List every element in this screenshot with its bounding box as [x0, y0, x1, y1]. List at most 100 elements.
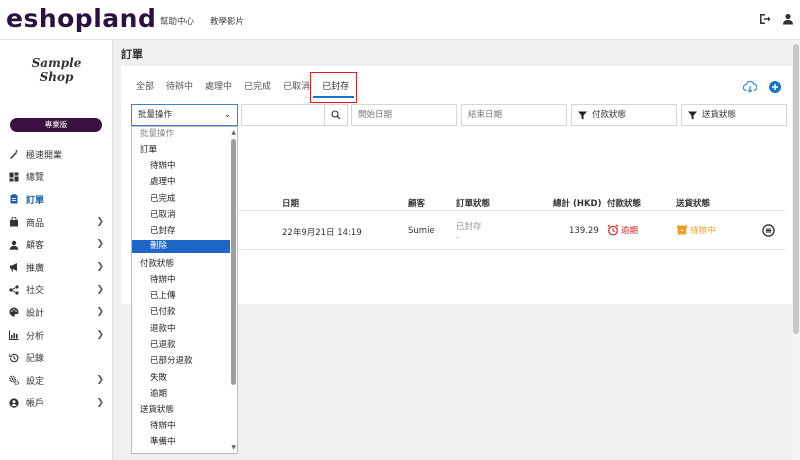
- dropdown-option[interactable]: 處理中: [132, 176, 230, 189]
- add-order-icon[interactable]: [768, 80, 782, 94]
- user-icon: [9, 240, 19, 250]
- sidebar-item-label: 訂單: [26, 195, 45, 206]
- tab-processing[interactable]: 處理中: [205, 80, 232, 100]
- dropdown-option[interactable]: 退款中: [132, 323, 230, 336]
- sidebar-item-label: 商品: [26, 218, 45, 229]
- payment-status-filter[interactable]: 付款狀態: [571, 104, 677, 126]
- order-customer: Sumie: [408, 226, 435, 236]
- row-options-icon: [762, 224, 775, 237]
- tab-cancelled[interactable]: 已取消: [283, 80, 310, 100]
- sidebar-item-quick-start[interactable]: 極速開業: [0, 143, 113, 166]
- dropdown-option[interactable]: 已封存: [132, 225, 230, 238]
- payment-status-badge: 逾期: [607, 224, 638, 236]
- sidebar-item-customers[interactable]: 顧客 ❯: [0, 233, 113, 256]
- chevron-down-icon: ⌄: [223, 110, 231, 120]
- end-date-placeholder: 結束日期: [468, 110, 503, 120]
- palette-icon: [9, 307, 19, 317]
- chevron-right-icon: ❯: [96, 261, 104, 272]
- sidebar-item-label: 分析: [26, 331, 45, 342]
- dropdown-placeholder[interactable]: 批量操作: [132, 128, 230, 141]
- dropdown-option[interactable]: 失敗: [132, 372, 230, 385]
- sidebar-item-overview[interactable]: 總覽: [0, 166, 113, 189]
- table-row-divider: [238, 249, 786, 250]
- user-icon[interactable]: [780, 11, 796, 27]
- dropdown-group-shipping: 送貨狀態: [140, 405, 175, 415]
- dropdown-option[interactable]: 已完成: [132, 193, 230, 206]
- order-date: 22年9月21日 14:19: [282, 228, 362, 238]
- shipping-status-text: 待辦中: [690, 226, 716, 236]
- order-status: 已封存: [456, 222, 482, 232]
- sidebar-item-orders[interactable]: 訂單: [0, 188, 113, 211]
- gears-icon: [9, 375, 19, 386]
- sidebar-item-label: 設定: [26, 376, 45, 387]
- sidebar: Sample Shop 專業版 極速開業 總覽 訂單 商品 ❯ 顧客 ❯ 推廣: [0, 40, 113, 460]
- eshopland-logo[interactable]: eshopland: [6, 4, 156, 33]
- dropdown-scrollbar[interactable]: [231, 139, 236, 385]
- dropdown-option[interactable]: 準備中: [132, 436, 230, 449]
- page-scrollbar[interactable]: [792, 40, 800, 460]
- filter-icon: [688, 111, 697, 119]
- chevron-right-icon: ❯: [96, 216, 104, 227]
- dropdown-option[interactable]: 已部分退款: [132, 355, 230, 368]
- bulk-action-select[interactable]: 批量操作 ⌄: [131, 104, 238, 126]
- scroll-down-arrow-icon[interactable]: ▼: [231, 444, 236, 451]
- dropdown-group-order: 訂單: [140, 145, 158, 155]
- column-header-total[interactable]: 總計 (HKD): [553, 197, 602, 209]
- history-icon: [9, 353, 19, 363]
- sidebar-item-label: 極速開業: [26, 150, 63, 161]
- scroll-up-arrow-icon[interactable]: ▲: [231, 129, 236, 136]
- search-input[interactable]: [241, 104, 325, 126]
- sidebar-item-analytics[interactable]: 分析 ❯: [0, 324, 113, 347]
- search-button[interactable]: [324, 104, 348, 126]
- package-icon: [677, 225, 687, 235]
- tutorial-videos-link[interactable]: 教學影片: [210, 15, 244, 27]
- sidebar-item-logs[interactable]: 記錄: [0, 346, 113, 369]
- column-header-shipping-status[interactable]: 送貨狀態: [676, 197, 710, 209]
- sidebar-item-account[interactable]: 帳戶 ❯: [0, 392, 113, 415]
- sidebar-item-promotion[interactable]: 推廣 ❯: [0, 256, 113, 279]
- filter-icon: [578, 111, 587, 119]
- table-header-divider: [238, 210, 786, 211]
- row-menu-button[interactable]: [762, 224, 775, 237]
- dropdown-option[interactable]: 已付款: [132, 306, 230, 319]
- shop-logo-line-2: Shop: [39, 70, 74, 84]
- column-header-payment-status[interactable]: 付款狀態: [607, 197, 641, 209]
- account-icon: [9, 398, 19, 408]
- payment-status-text: 逾期: [621, 226, 639, 236]
- start-date-field[interactable]: 開始日期: [351, 104, 457, 126]
- tab-pending[interactable]: 待辦中: [166, 80, 193, 100]
- sidebar-item-social[interactable]: 社交 ❯: [0, 279, 113, 302]
- dropdown-option[interactable]: 待辦中: [132, 160, 230, 173]
- sidebar-item-label: 記錄: [26, 354, 45, 365]
- end-date-field[interactable]: 結束日期: [461, 104, 567, 126]
- logout-icon[interactable]: [757, 11, 773, 27]
- top-bar: eshopland 幫助中心 教學影片: [0, 0, 800, 40]
- sidebar-item-settings[interactable]: 設定 ❯: [0, 369, 113, 392]
- tab-completed[interactable]: 已完成: [244, 80, 271, 100]
- column-header-date[interactable]: 日期: [282, 197, 299, 209]
- shipping-status-filter[interactable]: 送貨狀態: [681, 104, 787, 126]
- cloud-download-icon[interactable]: [742, 80, 758, 94]
- share-icon: [9, 285, 19, 295]
- dropdown-option[interactable]: 已取消: [132, 209, 230, 222]
- dropdown-option[interactable]: 已上傳: [132, 290, 230, 303]
- sidebar-item-design[interactable]: 設計 ❯: [0, 301, 113, 324]
- search-icon: [331, 110, 341, 120]
- column-header-order-status[interactable]: 訂單狀態: [456, 197, 490, 209]
- page-scrollbar-thumb[interactable]: [793, 44, 799, 334]
- sidebar-item-products[interactable]: 商品 ❯: [0, 211, 113, 234]
- help-center-link[interactable]: 幫助中心: [160, 15, 194, 27]
- dropdown-option-delete[interactable]: 刪除: [132, 240, 230, 253]
- dropdown-option[interactable]: 待辦中: [132, 274, 230, 287]
- dashboard-icon: [9, 172, 19, 182]
- bulk-action-dropdown: 批量操作 訂單 待辦中 處理中 已完成 已取消 已封存 刪除 付款狀態 待辦中 …: [131, 126, 238, 454]
- dropdown-option[interactable]: 已退款: [132, 339, 230, 352]
- column-header-customer[interactable]: 顧客: [408, 197, 425, 209]
- plan-badge: 專業版: [10, 118, 102, 132]
- shop-logo[interactable]: Sample Shop: [0, 56, 113, 84]
- tab-all[interactable]: 全部: [136, 80, 154, 100]
- dropdown-option[interactable]: 待辦中: [132, 420, 230, 433]
- dropdown-option[interactable]: 逾期: [132, 388, 230, 401]
- chart-icon: [9, 330, 19, 341]
- order-status-sub: -: [456, 233, 460, 243]
